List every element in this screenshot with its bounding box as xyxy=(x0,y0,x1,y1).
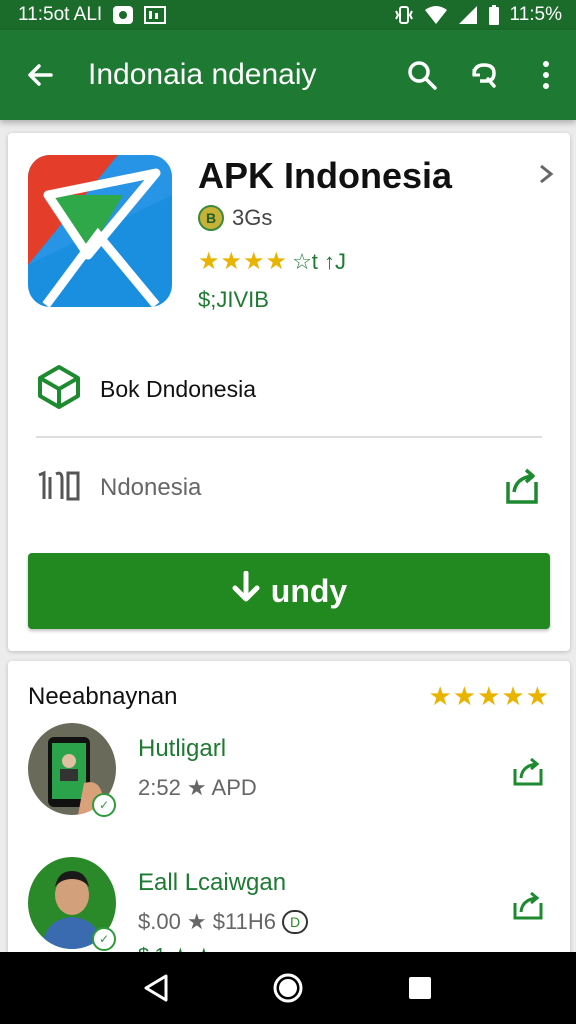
verified-badge-icon: ✓ xyxy=(92,927,116,951)
review-item[interactable]: ✓ Eall Lcaiwgan $.00 ★ $11H6 D $ 1 ★ ★ xyxy=(28,857,550,961)
status-bar: 11:5ot ALI 11:5% xyxy=(0,0,576,30)
status-time: 11:5ot ALI xyxy=(18,4,103,25)
share-search-icon[interactable] xyxy=(466,57,502,93)
app-logo-icon[interactable] xyxy=(28,155,172,307)
search-icon[interactable] xyxy=(404,57,440,93)
content-rating-row[interactable]: Ndonesia xyxy=(36,463,542,513)
notification-icon xyxy=(112,5,134,25)
reviews-title: Neeabnaynan xyxy=(28,683,178,710)
nav-bar xyxy=(0,952,576,1024)
share-icon[interactable] xyxy=(510,887,546,923)
content-rating-icon xyxy=(36,469,82,508)
reviewer-name: Hutligarl xyxy=(138,735,227,762)
battery-icon xyxy=(488,5,500,25)
category-box-icon xyxy=(36,364,82,415)
signal-icon xyxy=(458,5,478,25)
vibrate-icon xyxy=(394,5,414,25)
reviews-stars: ★★★★★ xyxy=(428,681,550,711)
verified-badge-icon: ✓ xyxy=(92,793,116,817)
chevron-right-icon[interactable] xyxy=(538,161,554,192)
review-meta: $.00 ★ $11H6 D xyxy=(138,909,309,935)
install-label: undy xyxy=(270,572,348,609)
page-title: Indonaia ndenaiy xyxy=(88,58,317,91)
rating-text: ☆t ↑J xyxy=(292,248,347,274)
rating-stars: ★★★★ xyxy=(198,248,289,275)
category-row[interactable]: Bok Dndonesia xyxy=(36,364,542,415)
reviewer-name: Eall Lcaiwgan xyxy=(138,869,287,896)
category-label: Bok Dndonesia xyxy=(100,375,256,402)
battery-percent: 11:5% xyxy=(509,4,562,25)
review-pill-badge: D xyxy=(281,910,309,934)
download-arrow-icon xyxy=(231,570,261,611)
recents-square-icon[interactable] xyxy=(398,966,442,1010)
rating-row: ★★★★ ☆t ↑J xyxy=(198,247,346,276)
share-icon[interactable] xyxy=(510,753,546,789)
app-bar: Indonaia ndenaiy xyxy=(0,30,576,120)
app-details-card: APK Indonesia B 3Gs ★★★★ ☆t ↑J $;JIVIB B… xyxy=(8,133,570,651)
reviews-card: Neeabnaynan ★★★★★ ✓ Hutligarl 2:52 ★ APD xyxy=(8,661,570,961)
developer-badge-icon: B xyxy=(198,205,224,231)
back-triangle-icon[interactable] xyxy=(134,966,178,1010)
more-vert-icon[interactable] xyxy=(528,57,564,93)
divider xyxy=(36,436,542,438)
home-circle-icon[interactable] xyxy=(266,966,310,1010)
share-icon[interactable] xyxy=(502,466,542,511)
content-rating-label: Ndonesia xyxy=(100,474,202,501)
developer-name: 3Gs xyxy=(232,205,273,230)
app-size: $;JIVIB xyxy=(198,287,269,312)
developer-row[interactable]: B 3Gs xyxy=(198,205,272,231)
review-meta: 2:52 ★ APD xyxy=(138,775,257,800)
install-button[interactable]: undy xyxy=(28,553,550,629)
wifi-icon xyxy=(424,5,448,25)
review-meta-text: $.00 ★ $11H6 xyxy=(138,909,276,934)
app-name: APK Indonesia xyxy=(198,155,453,196)
review-item[interactable]: ✓ Hutligarl 2:52 ★ APD xyxy=(28,723,550,823)
media-icon xyxy=(144,5,167,25)
back-arrow-icon[interactable] xyxy=(22,57,58,93)
